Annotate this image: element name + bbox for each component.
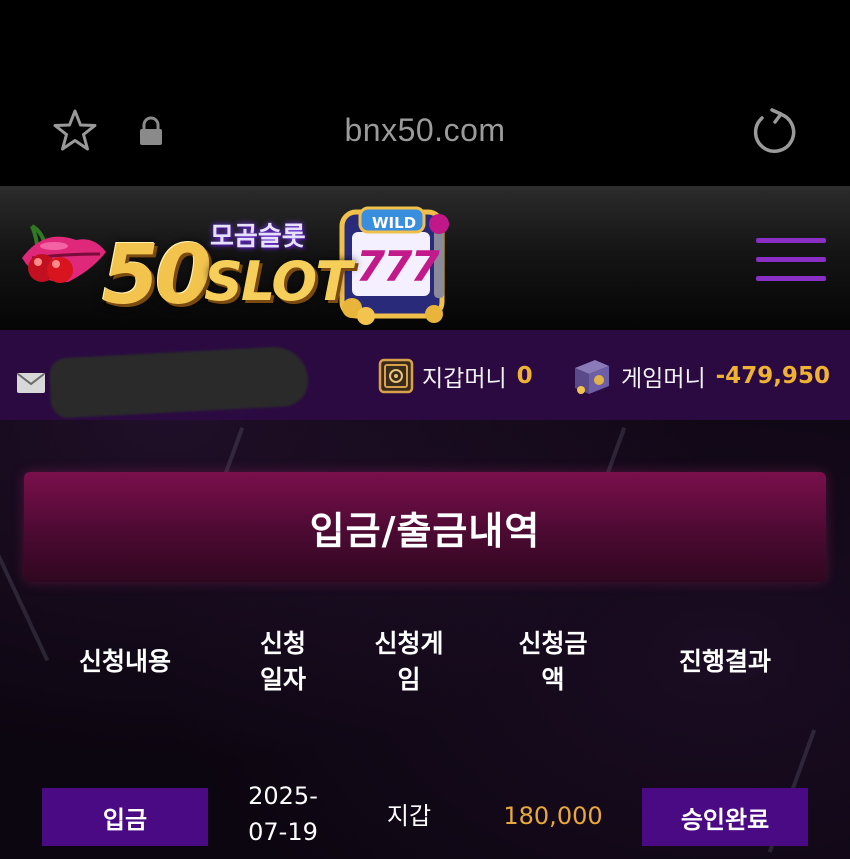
column-header-type: 신청내용 [78, 647, 171, 676]
game-money: 게임머니 -479,950 [571, 356, 830, 396]
game-vault-icon [575, 360, 609, 394]
logo-korean-text: 모곰슬롯 [210, 222, 306, 252]
page-title-banner: 입금/출금내역 [24, 472, 826, 582]
menu-bar-icon [756, 257, 826, 262]
table-header-row: 신청내용 신청 일자 신청게 임 신청금 액 진행결과 [24, 606, 826, 726]
column-header-game: 신청게 임 [374, 629, 444, 694]
reel-wild-text: WILD [372, 214, 417, 232]
logo-slot-text: SLOT [204, 250, 352, 313]
transaction-game: 지갑 [386, 802, 432, 830]
transaction-date: 2025- 07-19 [248, 782, 318, 846]
hamburger-menu-button[interactable] [756, 238, 826, 282]
site-viewport: 모곰슬롯 50 SLOT WILD 777 지갑머니 0 게임머니 -479,9… [0, 186, 850, 859]
transaction-amount: 180,000 [503, 802, 603, 830]
site-header: 모곰슬롯 50 SLOT WILD 777 [0, 190, 850, 330]
site-logo[interactable]: 모곰슬롯 50 SLOT WILD 777 [14, 198, 464, 334]
column-header-status: 진행결과 [678, 647, 771, 676]
column-header-date: 신청 일자 [259, 629, 306, 694]
transaction-status-badge[interactable]: 승인완료 [642, 788, 808, 846]
game-money-label: 게임머니 [621, 366, 706, 392]
wallet-money-value: 0 [516, 363, 533, 389]
mail-icon[interactable] [16, 372, 46, 394]
game-money-value: -479,950 [715, 363, 830, 389]
browser-toolbar: bnx50.com [0, 0, 850, 186]
reload-icon[interactable] [750, 108, 798, 156]
table-row: 입금 2025- 07-19 지갑 180,000 승인완료 [24, 756, 826, 846]
page-title: 입금/출금내역 [309, 508, 541, 553]
reel-digits-text: 777 [356, 242, 440, 291]
wallet-money-label: 지갑머니 [422, 366, 507, 392]
user-info-bar: 지갑머니 0 게임머니 -479,950 [0, 330, 850, 420]
redacted-username [48, 345, 310, 419]
transaction-type-badge[interactable]: 입금 [42, 788, 208, 846]
safe-icon [378, 358, 414, 394]
menu-bar-icon [756, 238, 826, 243]
logo-number-text: 50 [102, 228, 212, 323]
menu-bar-icon [756, 276, 826, 281]
column-header-amount: 신청금 액 [518, 629, 588, 694]
address-bar-url[interactable]: bnx50.com [0, 112, 850, 149]
wallet-money: 지갑머니 0 [378, 356, 533, 396]
